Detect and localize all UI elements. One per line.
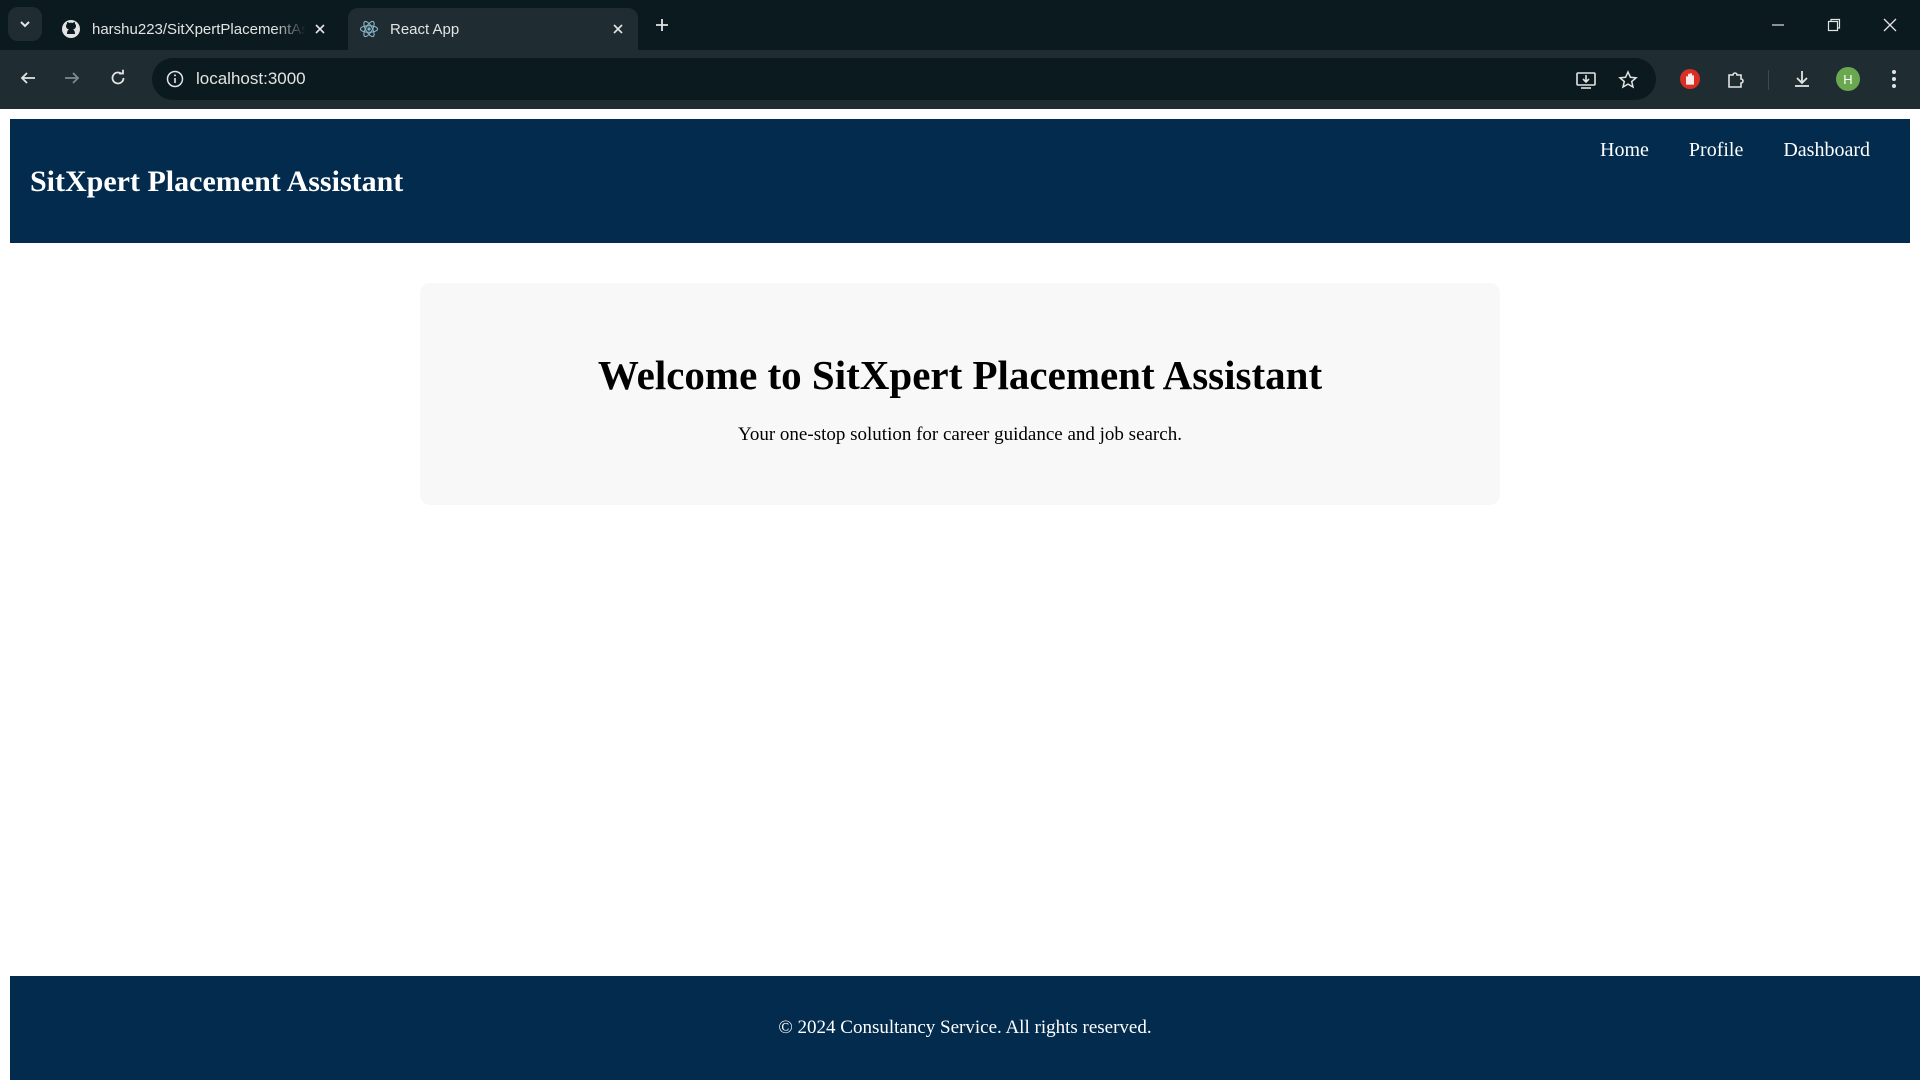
browser-toolbar: localhost:3000 H <box>0 50 1920 109</box>
browser-tab-strip: harshu223/SitXpertPlacementAssistant Rea… <box>0 0 1920 50</box>
back-arrow-icon <box>20 72 35 84</box>
welcome-subtitle: Your one-stop solution for career guidan… <box>738 424 1182 445</box>
kebab-menu-icon[interactable] <box>1878 63 1910 95</box>
github-icon <box>60 18 82 40</box>
tab-close-button[interactable] <box>306 15 334 43</box>
site-header: SitXpert Placement Assistant Home Profil… <box>10 119 1910 243</box>
close-icon <box>613 24 623 34</box>
back-button[interactable] <box>10 60 46 96</box>
nav-link-dashboard[interactable]: Dashboard <box>1783 139 1870 162</box>
profile-avatar-button[interactable]: H <box>1832 63 1864 95</box>
toolbar-separator <box>1768 70 1769 90</box>
reload-button[interactable] <box>100 60 136 96</box>
page-viewport: SitXpert Placement Assistant Home Profil… <box>0 109 1920 1080</box>
minimize-icon <box>1772 24 1784 26</box>
avatar: H <box>1836 67 1860 91</box>
site-nav: Home Profile Dashboard <box>1600 139 1870 162</box>
download-icon[interactable] <box>1786 63 1818 95</box>
star-icon[interactable] <box>1614 66 1642 94</box>
tab-title: harshu223/SitXpertPlacementAssistant <box>92 20 306 38</box>
browser-tab-react-app[interactable]: React App <box>348 8 638 50</box>
nav-link-home[interactable]: Home <box>1600 139 1649 162</box>
react-icon <box>358 18 380 40</box>
tab-title: React App <box>390 20 460 38</box>
address-url[interactable]: localhost:3000 <box>196 69 306 89</box>
footer-copyright: © 2024 Consultancy Service. All rights r… <box>778 1017 1152 1038</box>
close-icon <box>1883 18 1897 32</box>
browser-tab-github[interactable]: harshu223/SitXpertPlacementAssistant <box>50 8 340 50</box>
site-footer: © 2024 Consultancy Service. All rights r… <box>10 976 1920 1080</box>
reload-icon <box>111 69 125 85</box>
tab-search-button[interactable] <box>8 7 42 41</box>
address-bar[interactable]: localhost:3000 <box>152 58 1656 100</box>
welcome-heading: Welcome to SitXpert Placement Assistant <box>597 352 1323 398</box>
puzzle-icon[interactable] <box>1720 63 1752 95</box>
new-tab-button[interactable] <box>648 11 676 39</box>
nav-link-profile[interactable]: Profile <box>1689 139 1743 162</box>
plus-icon <box>656 19 668 31</box>
tab-close-button[interactable] <box>604 15 632 43</box>
site-info-icon[interactable] <box>162 66 188 92</box>
forward-arrow-icon <box>65 72 80 84</box>
restore-button[interactable] <box>1806 0 1862 50</box>
close-window-button[interactable] <box>1862 0 1918 50</box>
site-title: SitXpert Placement Assistant <box>30 165 404 198</box>
restore-icon <box>1827 18 1841 32</box>
extension-hand-icon[interactable] <box>1674 63 1706 95</box>
chevron-down-icon <box>20 21 30 28</box>
minimize-button[interactable] <box>1750 0 1806 50</box>
install-app-icon[interactable] <box>1572 66 1600 94</box>
forward-button[interactable] <box>54 60 90 96</box>
welcome-card: Welcome to SitXpert Placement Assistant … <box>420 283 1500 505</box>
close-icon <box>315 24 325 34</box>
